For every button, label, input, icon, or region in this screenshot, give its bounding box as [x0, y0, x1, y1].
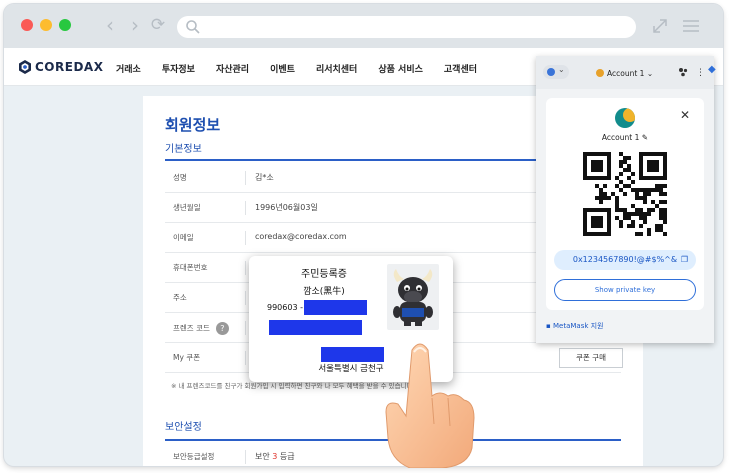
redaction-bar	[321, 347, 384, 362]
menu-item-customer-center[interactable]: 고객센터	[444, 62, 477, 75]
bull-mascot-icon	[393, 269, 433, 326]
row-label: My 쿠폰	[173, 353, 201, 362]
account-address[interactable]: 0x1234567890!@#$%^& ❐	[554, 250, 696, 270]
row-label: 주소	[173, 293, 187, 302]
chevron-down-icon: ⌄	[646, 69, 654, 78]
account-name-text: Account 1	[601, 133, 640, 142]
support-link-text: MetaMask 지원	[552, 322, 604, 330]
menu-item-product-service[interactable]: 상품 서비스	[378, 62, 423, 75]
support-icon: ▪	[546, 322, 551, 330]
id-card-number: 990603 -	[267, 303, 303, 312]
row-label: 성명	[173, 173, 187, 182]
menu-item-research-center[interactable]: 리서치센터	[316, 62, 357, 75]
account-details-panel: ✕ Account 1 ✎ 0x1234567890!@#$%^& ❐ Show …	[546, 98, 704, 310]
metamask-support-link[interactable]: ▪ MetaMask 지원	[546, 321, 604, 331]
row-value: coredax@coredax.com	[255, 232, 347, 241]
row-label: 보안등급설정	[173, 452, 215, 461]
row-label: 프렌즈 코드?	[173, 322, 229, 335]
buy-coupon-button[interactable]: 쿠폰 구매	[559, 348, 623, 368]
coredax-logo[interactable]: COREDAX	[18, 59, 103, 75]
kebab-menu-icon[interactable]: ⋮	[696, 68, 705, 78]
connected-sites-icon[interactable]	[678, 67, 688, 77]
menu-item-asset-management[interactable]: 자산관리	[216, 62, 249, 75]
row-label: 생년월일	[173, 203, 201, 212]
row-separator	[245, 450, 246, 464]
account-avatar-icon	[596, 69, 604, 77]
main-menu: 거래소 투자정보 자산관리 이벤트 리서치센터 상품 서비스 고객센터	[116, 62, 498, 75]
security-level-suffix: 등급	[277, 452, 295, 461]
account-selector[interactable]: Account 1 ⌄	[596, 69, 653, 78]
address-bar[interactable]	[177, 16, 636, 38]
menu-item-investment-info[interactable]: 투자정보	[162, 62, 195, 75]
row-separator	[245, 201, 246, 215]
coredax-logo-icon	[19, 60, 31, 74]
row-label: 휴대폰번호	[173, 263, 208, 272]
id-card-name: 깜소(黑牛)	[303, 287, 345, 297]
row-value: 1996년06월03일	[255, 203, 318, 212]
browser-window: ‹ › ⟳ COREDAX 거래소 투자정보 자산관리 이벤트 리서치센터 상품…	[4, 4, 723, 466]
copy-icon[interactable]: ❐	[681, 250, 688, 270]
row-separator	[245, 261, 246, 275]
page-title: 회원정보	[165, 116, 221, 134]
row-separator	[245, 171, 246, 185]
menu-item-event[interactable]: 이벤트	[270, 62, 295, 75]
browser-toolbar: ‹ › ⟳	[4, 4, 723, 48]
show-private-key-button[interactable]: Show private key	[554, 279, 696, 301]
account-avatar	[615, 108, 635, 128]
metamask-header: ⌄ Account 1 ⌄ ⋮	[536, 56, 714, 89]
basic-info-heading: 기본정보	[165, 144, 202, 155]
edit-icon[interactable]: ✎	[642, 133, 648, 142]
qr-code	[583, 152, 667, 236]
account-name: Account 1 ✎	[546, 133, 704, 142]
redaction-bar	[269, 320, 362, 335]
metamask-popup: ⌄ Account 1 ⌄ ⋮ ✕ Account 1 ✎ 0x12345678…	[536, 56, 714, 343]
row-separator	[245, 291, 246, 305]
expand-icon[interactable]	[649, 15, 671, 37]
back-icon[interactable]: ‹	[100, 14, 120, 36]
network-selector[interactable]: ⌄	[543, 65, 569, 79]
account-selector-label: Account 1	[607, 69, 645, 78]
account-address-text: 0x1234567890!@#$%^&	[572, 255, 678, 264]
row-value: 보안 3 등급	[255, 451, 295, 462]
row-value: 김*소	[255, 173, 274, 182]
logo-text: COREDAX	[35, 60, 104, 74]
help-icon[interactable]: ?	[215, 322, 229, 335]
menu-item-exchange[interactable]: 거래소	[116, 62, 141, 75]
hamburger-menu-icon[interactable]	[680, 15, 702, 37]
row-separator	[245, 351, 246, 365]
minimize-window-button[interactable]	[40, 19, 52, 31]
redaction-bar	[304, 300, 367, 315]
chevron-down-icon: ⌄	[558, 65, 565, 74]
row-label: 이메일	[173, 233, 194, 242]
close-icon[interactable]: ✕	[680, 108, 690, 122]
security-level-prefix: 보안	[255, 452, 273, 461]
search-icon	[186, 20, 200, 34]
reload-icon[interactable]: ⟳	[148, 14, 168, 36]
id-card-title: 주민등록증	[301, 269, 347, 280]
network-icon	[547, 68, 555, 76]
row-separator	[245, 321, 246, 335]
forward-icon[interactable]: ›	[125, 14, 145, 36]
row-separator	[245, 231, 246, 245]
pointing-hand-icon	[385, 343, 475, 468]
close-window-button[interactable]	[21, 19, 33, 31]
id-card-photo	[387, 264, 439, 330]
friends-code-label: 프렌즈 코드	[173, 323, 210, 333]
security-settings-heading: 보안설정	[165, 422, 202, 433]
extension-icon[interactable]: ◆	[708, 64, 716, 76]
maximize-window-button[interactable]	[59, 19, 71, 31]
